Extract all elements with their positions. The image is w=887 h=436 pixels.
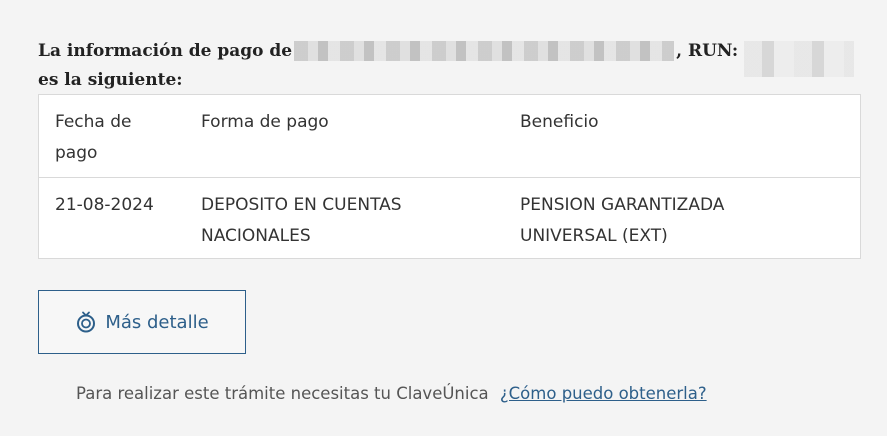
table-row: 21-08-2024 DEPOSITO EN CUENTAS NACIONALE…: [39, 178, 860, 258]
heading-line-1: La información de pago de , RUN:: [38, 33, 855, 77]
heading-line-2: es la siguiente:: [38, 70, 183, 90]
cell-fecha: 21-08-2024: [55, 195, 154, 215]
table-header-row: Fecha de pago Forma de pago Beneficio: [39, 95, 860, 178]
heading-prefix: La información de pago de: [38, 40, 293, 61]
header-fecha-de-pago: Fecha de pago: [55, 112, 132, 163]
redacted-name: [294, 41, 675, 61]
mas-detalle-label: Más detalle: [105, 311, 209, 333]
header-forma-de-pago: Forma de pago: [201, 112, 329, 132]
claveunica-notice: Para realizar este trámite necesitas tu …: [76, 384, 707, 403]
mas-detalle-button[interactable]: Más detalle: [38, 290, 246, 354]
payment-info-panel: La información de pago de , RUN: es la s…: [0, 0, 887, 436]
coin-icon: [75, 311, 97, 333]
header-beneficio: Beneficio: [520, 112, 599, 132]
payment-info-heading: La información de pago de , RUN: es la s…: [38, 33, 855, 92]
heading-run-label: , RUN:: [676, 40, 739, 61]
como-obtenerla-link[interactable]: ¿Cómo puedo obtenerla?: [500, 384, 707, 403]
payment-table: Fecha de pago Forma de pago Beneficio 21…: [38, 94, 861, 259]
cell-beneficio: PENSION GARANTIZADA UNIVERSAL (EXT): [520, 195, 725, 246]
footer-text: Para realizar este trámite necesitas tu …: [76, 384, 489, 403]
redacted-run: [744, 41, 855, 77]
cell-forma: DEPOSITO EN CUENTAS NACIONALES: [201, 195, 402, 246]
